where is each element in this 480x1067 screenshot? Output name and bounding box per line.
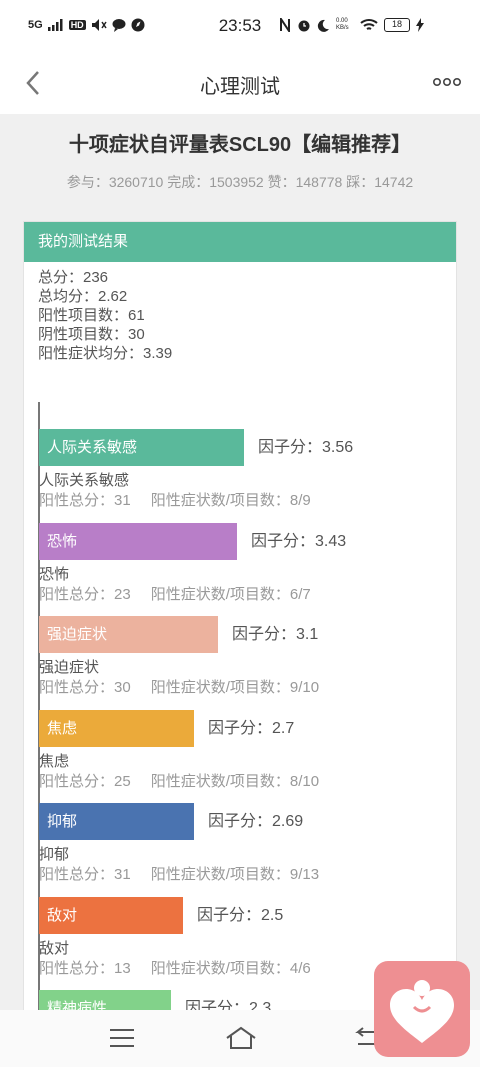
summary-positive-count: 阳性项目数：61	[38, 307, 145, 324]
factor-detail: 阳性总分：23 阳性症状数/项目数：6/7	[39, 583, 331, 604]
factor-name: 恐怖	[39, 565, 70, 583]
factor-ratio: 阳性症状数/项目数：9/13	[150, 866, 320, 883]
factor-row: 焦虑 因子分：2.7 焦虑 阳性总分：25 阳性症状数/项目数：8/10	[39, 709, 456, 794]
factor-ratio: 阳性症状数/项目数：9/10	[150, 679, 320, 696]
summary-positive-average: 阳性症状均分：3.39	[38, 345, 173, 362]
charging-icon	[416, 18, 424, 32]
factor-detail: 阳性总分：13 阳性症状数/项目数：4/6	[39, 957, 331, 978]
test-title: 十项症状自评量表SCL90【编辑推荐】	[68, 134, 412, 156]
factor-ratio: 阳性症状数/项目数：8/10	[150, 772, 320, 790]
psych-fab-button[interactable]	[374, 961, 470, 1057]
status-bar: 5G HD 23:53 0.00 KB/s 18	[0, 0, 480, 56]
factor-positive-total: 阳性总分：23	[39, 585, 131, 603]
factor-row: 恐怖 因子分：3.43 恐怖 阳性总分：23 阳性症状数/项目数：6/7	[39, 522, 456, 607]
factor-bar: 敌对	[39, 896, 183, 934]
summary-total: 总分：236	[38, 269, 109, 286]
factor-bar: 人际关系敏感	[39, 429, 244, 466]
factor-positive-total: 阳性总分：31	[39, 866, 131, 883]
summary-negative-count: 阴性项目数：30	[38, 326, 145, 343]
factor-bar: 恐怖	[39, 522, 237, 560]
battery-level: 18	[384, 18, 410, 32]
result-summary: 总分：236 总均分：2.62 阳性项目数：61 阴性项目数：30 阳性症状均分…	[38, 268, 172, 363]
factor-positive-total: 阳性总分：31	[39, 492, 131, 509]
more-icon[interactable]	[432, 70, 462, 94]
dnd-icon	[317, 19, 329, 32]
factor-name: 人际关系敏感	[39, 472, 130, 489]
factor-bar: 抑郁	[39, 803, 194, 840]
factor-row: 人际关系敏感 因子分：3.56 人际关系敏感 阳性总分：31 阳性症状数/项目数：8/9	[39, 429, 456, 513]
factor-score: 因子分：2.5	[197, 906, 284, 924]
result-heading: 我的测试结果	[24, 222, 456, 262]
home-icon[interactable]	[224, 1024, 258, 1052]
menu-icon[interactable]	[107, 1024, 137, 1052]
factor-row: 强迫症状 因子分：3.1 强迫症状 阳性总分：30 阳性症状数/项目数：9/10	[39, 616, 456, 700]
factor-score: 因子分：3.1	[232, 626, 319, 643]
network-speed: 0.00 KB/s	[336, 18, 349, 31]
factor-score: 因子分：3.43	[251, 532, 347, 550]
status-right: 0.00 KB/s 18	[279, 18, 424, 32]
factor-ratio: 阳性症状数/项目数：4/6	[150, 959, 311, 977]
factor-ratio: 阳性症状数/项目数：6/7	[150, 585, 311, 603]
wifi-icon	[360, 19, 378, 30]
factor-bar: 强迫症状	[39, 616, 218, 653]
alarm-icon	[298, 20, 310, 32]
result-card: 我的测试结果 总分：236 总均分：2.62 阳性项目数：61 阴性项目数：30…	[23, 221, 457, 1041]
factor-detail: 阳性总分：31 阳性症状数/项目数：9/13	[39, 863, 339, 884]
page-title: 心理测试	[200, 76, 280, 98]
factor-ratio: 阳性症状数/项目数：8/9	[150, 492, 311, 509]
factor-name: 强迫症状	[39, 659, 100, 676]
factor-name: 敌对	[39, 939, 70, 957]
factor-detail: 阳性总分：31 阳性症状数/项目数：8/9	[39, 489, 331, 510]
factor-detail: 阳性总分：30 阳性症状数/项目数：9/10	[39, 676, 339, 697]
factor-positive-total: 阳性总分：30	[39, 679, 131, 696]
factor-positive-total: 阳性总分：25	[39, 772, 131, 790]
factor-row: 抑郁 因子分：2.69 抑郁 阳性总分：31 阳性症状数/项目数：9/13	[39, 803, 456, 887]
factor-bar: 焦虑	[39, 709, 194, 747]
heart-person-icon	[390, 980, 454, 1043]
test-stats: 参与：3260710 完成：1503952 赞：148778 踩：14742	[66, 174, 414, 190]
factor-name: 焦虑	[39, 752, 70, 770]
factor-positive-total: 阳性总分：13	[39, 959, 131, 977]
summary-average: 总均分：2.62	[38, 288, 128, 305]
factor-detail: 阳性总分：25 阳性症状数/项目数：8/10	[39, 770, 339, 791]
factor-score: 因子分：2.7	[208, 719, 295, 737]
factor-score: 因子分：2.69	[208, 813, 304, 830]
app-header: 心理测试	[0, 56, 480, 114]
factor-name: 抑郁	[39, 846, 70, 863]
nfc-icon	[280, 18, 290, 32]
factor-score: 因子分：3.56	[258, 439, 354, 456]
